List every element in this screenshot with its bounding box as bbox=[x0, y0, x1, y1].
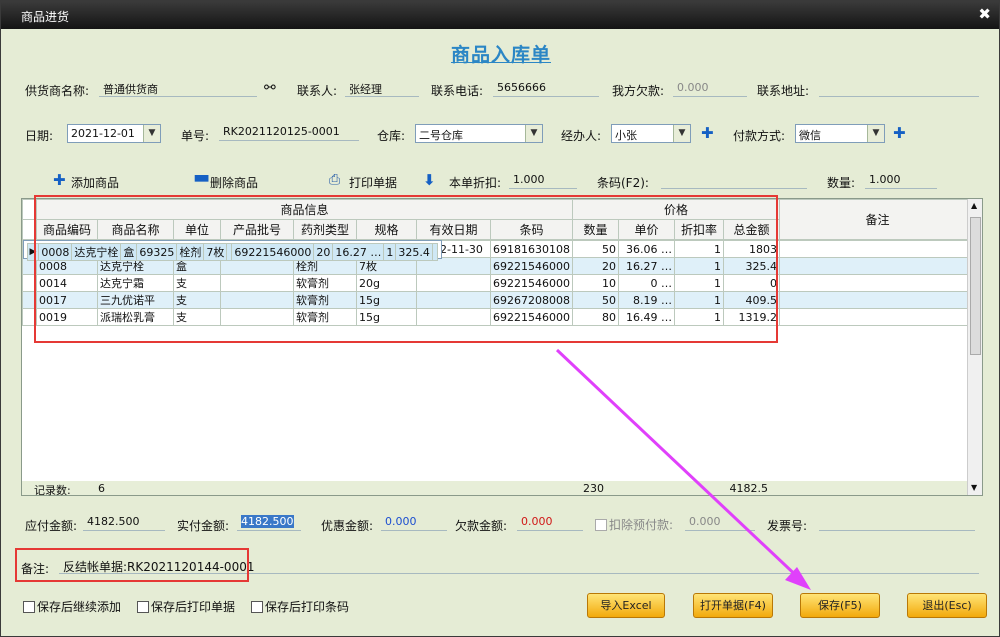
arrow-line bbox=[555, 348, 805, 584]
title-bar: 商品进货 ✖ bbox=[1, 1, 999, 29]
purchase-window: 商品进货 ✖ 商品入库单 供货商名称: 普通供货商 ⚯ 联系人: 张经理 联系电… bbox=[0, 0, 1000, 637]
content-area: 商品入库单 供货商名称: 普通供货商 ⚯ 联系人: 张经理 联系电话: 5656… bbox=[7, 30, 995, 632]
pointer-arrow bbox=[555, 348, 811, 590]
close-icon[interactable]: ✖ bbox=[978, 5, 991, 23]
window-title: 商品进货 bbox=[21, 10, 70, 24]
